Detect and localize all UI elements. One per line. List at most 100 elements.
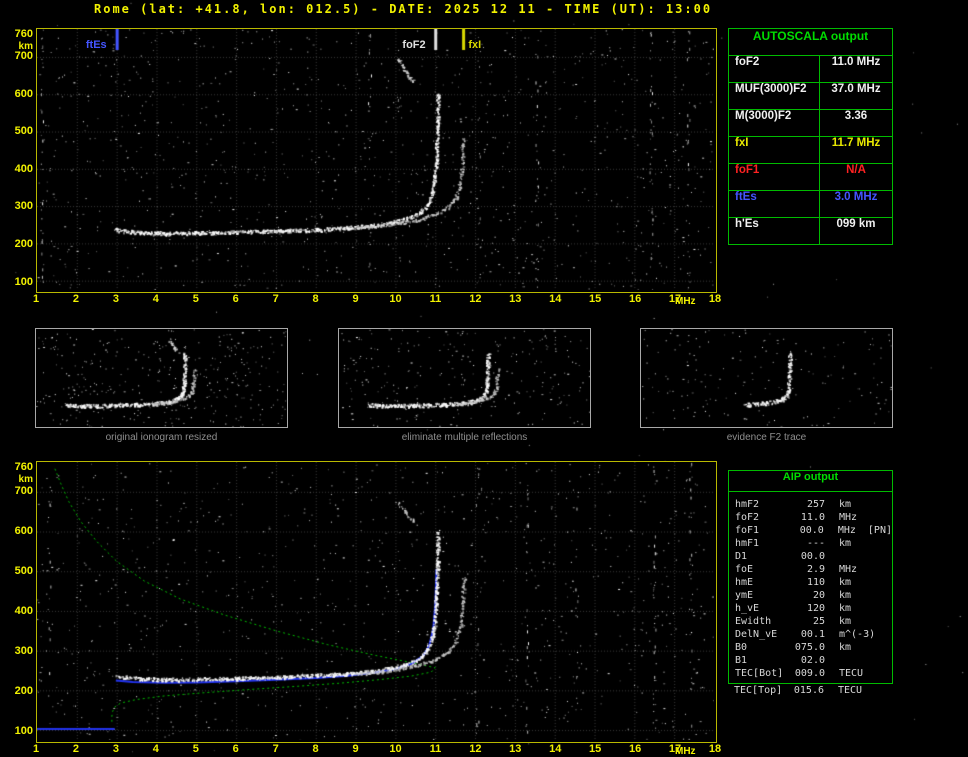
autoscala-row: foF1 N/A bbox=[729, 163, 892, 190]
main-ionogram-panel bbox=[36, 28, 717, 293]
aip-row-unit: MHz bbox=[839, 512, 858, 523]
aip-row: hmF1 --- km bbox=[729, 538, 892, 551]
aip-row-value: 009.0 bbox=[794, 668, 825, 679]
thumbnail-caption-eliminate: eliminate multiple reflections bbox=[401, 432, 528, 443]
aip-row-label: D1 bbox=[735, 551, 748, 562]
autoscala-output-table: AUTOSCALA output foF2 11.0 MHz MUF(3000)F2… bbox=[728, 28, 893, 245]
aip-row-unit: TECU bbox=[839, 668, 864, 679]
autoscala-row: M(3000)F2 3.36 bbox=[729, 109, 892, 136]
aip-row: ymE 20 km bbox=[729, 590, 892, 603]
aip-row-label: foF2 bbox=[735, 512, 760, 523]
aip-row: hmF2 257 km bbox=[729, 499, 892, 512]
aip-row-unit bbox=[825, 655, 839, 668]
aip-row-unit: m^(-3) bbox=[839, 629, 876, 640]
aip-row-value: 11.0 bbox=[800, 512, 825, 523]
aip-row-label: foE bbox=[735, 564, 754, 575]
autoscala-table-header: AUTOSCALA output bbox=[752, 29, 869, 43]
autoscala-row: foF2 11.0 MHz bbox=[729, 55, 892, 82]
aip-row-value: 015.6 bbox=[793, 685, 824, 696]
aip-row-unit: km bbox=[839, 499, 852, 510]
autoscala-row-value: 3.36 bbox=[819, 110, 892, 136]
aip-row-unit: TECU bbox=[838, 685, 863, 696]
main-ionogram-canvas bbox=[37, 29, 714, 290]
aip-row-unit: km bbox=[839, 616, 852, 627]
aip-row-value: 00.0 bbox=[799, 525, 824, 536]
thumbnail-evidence-f2 bbox=[640, 328, 893, 428]
thumbnail-original-canvas bbox=[36, 329, 287, 427]
autoscala-row-value: 099 km bbox=[819, 218, 892, 244]
thumbnail-original-ionogram bbox=[35, 328, 288, 428]
aip-row-label: ymE bbox=[735, 590, 754, 601]
autoscala-row-label: fxI bbox=[735, 137, 749, 149]
autoscala-row-label: foF2 bbox=[735, 56, 760, 68]
aip-row-unit: MHz bbox=[839, 564, 858, 575]
aip-row-unit: km bbox=[839, 590, 852, 601]
aip-row: foF2 11.0 MHz bbox=[729, 512, 892, 525]
aip-row-value: 00.1 bbox=[800, 629, 825, 640]
page-title: Rome (lat: +41.8, lon: 012.5) - DATE: 20… bbox=[94, 2, 713, 16]
aip-row-label: Ewidth bbox=[735, 616, 772, 627]
aip-row: B1 02.0 bbox=[729, 655, 892, 668]
aip-row-label: TEC[Top] bbox=[734, 685, 783, 696]
aip-table-header: AIP output bbox=[729, 471, 892, 492]
aip-row-value: 25 bbox=[812, 616, 825, 627]
aip-row-unit: km bbox=[839, 603, 852, 614]
aip-row-value: 00.0 bbox=[800, 551, 825, 562]
aip-rows: hmF2 257 km foF2 11.0 MHz foF1 00.0 MHz [PN] hmF1… bbox=[729, 499, 892, 681]
aip-row: D1 00.0 bbox=[729, 551, 892, 564]
autoscala-row: MUF(3000)F2 37.0 MHz bbox=[729, 82, 892, 109]
aip-row-label: DelN_vE bbox=[735, 629, 778, 640]
autoscala-row-value: 11.7 MHz bbox=[819, 137, 892, 163]
aip-row-label: hmF1 bbox=[735, 538, 760, 549]
aip-row: h_vE 120 km bbox=[729, 603, 892, 616]
aip-row-unit: MHz [PN] bbox=[837, 525, 892, 536]
autoscala-row-label: foF1 bbox=[735, 164, 760, 176]
thumbnail-caption-evidence: evidence F2 trace bbox=[726, 432, 807, 443]
aip-row-value: 110 bbox=[806, 577, 825, 588]
autoscala-row: ftEs 3.0 MHz bbox=[729, 190, 892, 217]
aip-row: B0 075.0 km bbox=[729, 642, 892, 655]
aip-row-label: hmF2 bbox=[735, 499, 760, 510]
autoscala-row-label: ftEs bbox=[735, 191, 757, 203]
aip-row-unit: km bbox=[839, 577, 852, 588]
aip-output-table: AIP output hmF2 257 km foF2 11.0 MHz foF1 00.0 M… bbox=[728, 470, 893, 684]
aip-row-unit: km bbox=[839, 642, 852, 653]
aip-row: Ewidth 25 km bbox=[729, 616, 892, 629]
aip-row-label: B0 bbox=[735, 642, 748, 653]
aip-row-value: 02.0 bbox=[800, 655, 825, 666]
autoscala-row-value: 11.0 MHz bbox=[819, 56, 892, 82]
aip-row-value: 257 bbox=[806, 499, 825, 510]
autoscala-row-label: MUF(3000)F2 bbox=[735, 83, 807, 95]
aip-row-value: 120 bbox=[806, 603, 825, 614]
autoscala-row-label: M(3000)F2 bbox=[735, 110, 792, 122]
aip-row: foF1 00.0 MHz [PN] bbox=[729, 525, 892, 538]
aip-row-label: TEC[Bot] bbox=[735, 668, 784, 679]
aip-row: TEC[Top] 015.6 TECU bbox=[728, 685, 891, 698]
aip-row-label: hmE bbox=[735, 577, 754, 588]
aip-row-value: --- bbox=[806, 538, 825, 549]
autoscala-row-value: 3.0 MHz bbox=[819, 191, 892, 217]
aip-row-value: 2.9 bbox=[806, 564, 825, 575]
profile-ionogram-panel bbox=[36, 461, 717, 743]
autoscala-row: h'Es 099 km bbox=[729, 217, 892, 244]
aip-row-unit bbox=[825, 551, 839, 564]
aip-row: hmE 110 km bbox=[729, 577, 892, 590]
aip-overflow-row: TEC[Top] 015.6 TECU bbox=[728, 685, 891, 698]
aip-row: DelN_vE 00.1 m^(-3) bbox=[729, 629, 892, 642]
thumbnail-eliminate-canvas bbox=[339, 329, 590, 427]
profile-ionogram-canvas bbox=[37, 462, 714, 740]
aip-row-label: h_vE bbox=[735, 603, 760, 614]
autoscala-row-label: h'Es bbox=[735, 218, 759, 230]
thumbnail-eliminate-reflections bbox=[338, 328, 591, 428]
autoscala-row: fxI 11.7 MHz bbox=[729, 136, 892, 163]
thumbnail-caption-original: original ionogram resized bbox=[105, 432, 218, 443]
aip-row-label: foF1 bbox=[735, 525, 760, 536]
aip-row-unit: km bbox=[839, 538, 852, 549]
aip-row-value: 075.0 bbox=[794, 642, 825, 653]
thumbnail-evidence-canvas bbox=[641, 329, 892, 427]
aip-row-value: 20 bbox=[812, 590, 825, 601]
autoscala-row-value: 37.0 MHz bbox=[819, 83, 892, 109]
autoscala-row-value: N/A bbox=[819, 164, 892, 190]
aip-row: TEC[Bot] 009.0 TECU bbox=[729, 668, 892, 681]
aip-row-label: B1 bbox=[735, 655, 748, 666]
